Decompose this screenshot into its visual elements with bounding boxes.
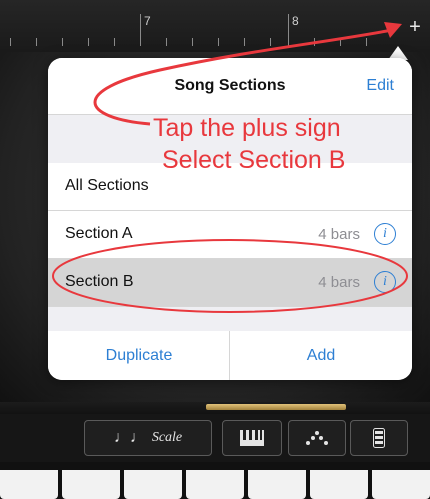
arpeggiator-button[interactable] xyxy=(288,420,346,456)
row-label: Section B xyxy=(65,273,134,290)
ruler-tick xyxy=(340,38,341,46)
ruler-tick xyxy=(36,38,37,46)
piano-key[interactable] xyxy=(372,470,430,499)
annotation-text-tap-plus: Tap the plus sign xyxy=(153,114,341,142)
ruler-tick xyxy=(288,14,289,46)
ruler-tick xyxy=(88,38,89,46)
ruler-tick xyxy=(218,38,219,46)
ruler-tick xyxy=(314,38,315,46)
ruler-marker-8: 8 xyxy=(292,14,299,28)
gold-trim xyxy=(206,404,346,410)
notes-icon: ♩♩ xyxy=(113,429,146,446)
piano-key[interactable] xyxy=(124,470,182,499)
edit-button[interactable]: Edit xyxy=(366,77,394,95)
section-a-row[interactable]: Section A 4 bars i xyxy=(48,211,412,259)
add-button[interactable]: Add xyxy=(230,347,412,365)
ruler-tick xyxy=(192,38,193,46)
keyboard[interactable] xyxy=(0,462,430,499)
ruler-tick xyxy=(270,38,271,46)
piano-key[interactable] xyxy=(0,470,58,499)
add-section-plus-button[interactable]: + xyxy=(404,16,426,38)
ruler-tick xyxy=(10,38,11,46)
ruler-tick xyxy=(166,38,167,46)
ruler-tick xyxy=(366,38,367,46)
keyboard-mode-button[interactable] xyxy=(222,420,282,456)
timeline-ruler[interactable]: 7 8 + xyxy=(0,0,430,53)
ruler-tick xyxy=(244,38,245,46)
control-strip: ♩♩ Scale xyxy=(0,414,430,462)
song-sections-popover: Song Sections Edit All Sections Section … xyxy=(48,58,412,380)
row-label: Section A xyxy=(65,225,133,242)
popover-header: Song Sections Edit xyxy=(48,58,412,115)
section-spacer xyxy=(48,307,412,332)
scale-label: Scale xyxy=(151,430,183,445)
piano-key[interactable] xyxy=(186,470,244,499)
bars-count: 4 bars xyxy=(318,274,360,291)
info-icon[interactable]: i xyxy=(374,271,396,293)
scale-button[interactable]: ♩♩ Scale xyxy=(84,420,212,456)
ruler-tick xyxy=(140,14,141,46)
chord-strip-button[interactable] xyxy=(350,420,408,456)
popover-footer: Duplicate Add xyxy=(48,331,412,380)
ruler-tick xyxy=(114,38,115,46)
duplicate-button[interactable]: Duplicate xyxy=(48,347,230,365)
piano-key[interactable] xyxy=(62,470,120,499)
piano-key[interactable] xyxy=(248,470,306,499)
info-icon[interactable]: i xyxy=(374,223,396,245)
piano-keys-icon xyxy=(240,430,264,446)
chord-strip-icon xyxy=(373,428,385,448)
ruler-marker-7: 7 xyxy=(144,14,151,28)
annotation-text-select-section: Select Section B xyxy=(162,146,346,174)
bars-count: 4 bars xyxy=(318,226,360,243)
piano-key[interactable] xyxy=(310,470,368,499)
row-label: All Sections xyxy=(65,177,149,194)
section-b-row[interactable]: Section B 4 bars i xyxy=(48,259,412,307)
popover-title: Song Sections xyxy=(174,77,286,94)
ruler-tick xyxy=(62,38,63,46)
arpeggiator-icon xyxy=(306,431,328,445)
